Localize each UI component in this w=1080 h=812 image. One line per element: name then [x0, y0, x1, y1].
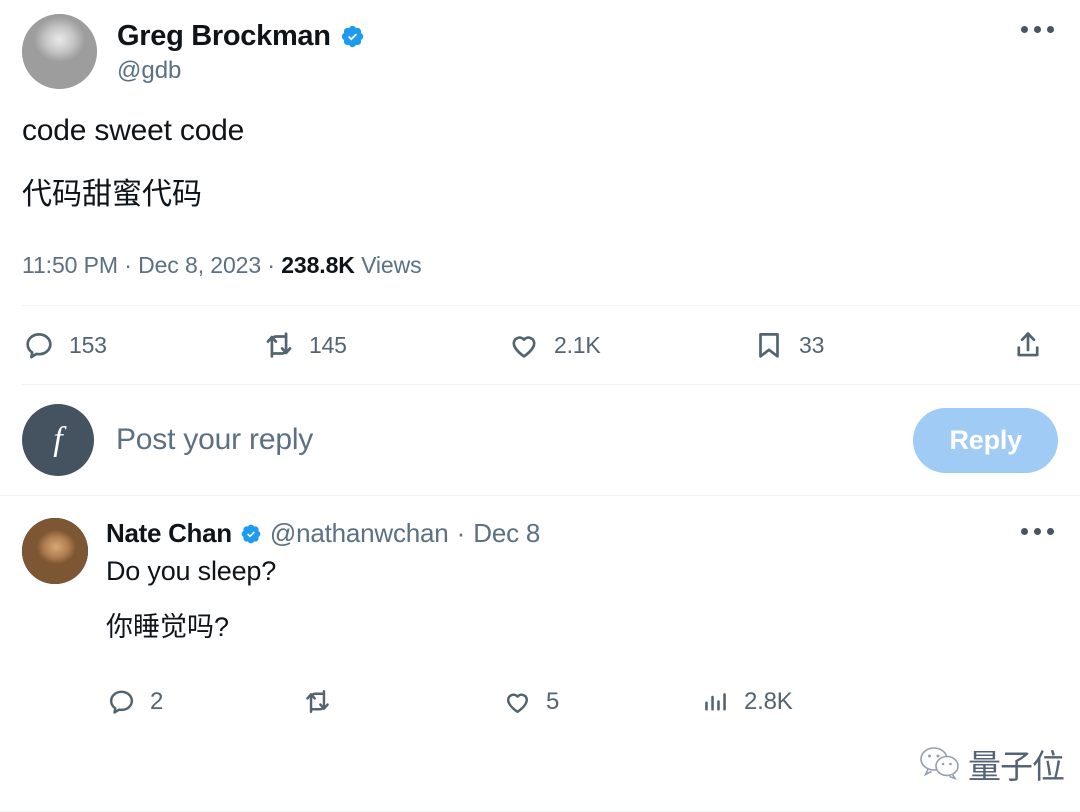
reply-icon: [106, 686, 137, 717]
reply-input[interactable]: Post your reply: [116, 423, 313, 457]
tweet-text-zh: 代码甜蜜代码: [22, 178, 202, 211]
greg-brockman-avatar-photo: [22, 14, 97, 89]
reply-date[interactable]: Dec 8: [473, 518, 540, 549]
reply-action-bar: 2 5 2.8K: [106, 671, 1058, 733]
watermark: 量子位: [918, 745, 1065, 788]
user-avatar[interactable]: f: [22, 404, 94, 476]
reply-content: Nate Chan @nathanwchan · Dec 8 Do you sl…: [106, 518, 1058, 733]
analytics-icon: [700, 686, 731, 717]
tweet-header: Greg Brockman @gdb: [0, 0, 1080, 89]
reply-composer[interactable]: f Post your reply Reply: [0, 385, 1080, 495]
views-label: Views: [361, 252, 422, 278]
reply-count: 153: [69, 331, 107, 358]
reply-text-en: Do you sleep?: [106, 556, 277, 586]
reply-header: Nate Chan @nathanwchan · Dec 8: [106, 518, 1058, 549]
author-name[interactable]: Greg Brockman: [117, 20, 331, 53]
share-icon: [1011, 328, 1045, 362]
bookmark-icon: [752, 328, 786, 362]
avatar[interactable]: [22, 518, 88, 584]
retweet-icon: [302, 686, 333, 717]
wechat-icon: [918, 745, 964, 788]
views-action-button[interactable]: 2.8K: [700, 686, 793, 717]
reply-text-zh: 你睡觉吗?: [106, 611, 230, 642]
bookmark-count: 33: [799, 331, 825, 358]
dot: [1047, 528, 1054, 535]
reply-author-name[interactable]: Nate Chan: [106, 518, 232, 549]
like-count: 2.1K: [554, 331, 601, 358]
tweet-metadata: 11:50 PM · Dec 8, 2023 · 238.8K Views: [0, 214, 1080, 279]
like-icon: [507, 328, 541, 362]
dot: [1021, 26, 1028, 33]
dot: [1034, 26, 1041, 33]
author-line[interactable]: Greg Brockman: [117, 20, 365, 53]
reply-action-button[interactable]: 2: [106, 686, 302, 717]
reply-action-button[interactable]: 153: [22, 328, 262, 362]
reply-author-handle[interactable]: @nathanwchan: [270, 518, 449, 549]
like-count: 5: [546, 687, 560, 715]
meta-separator-1: ·: [124, 252, 132, 278]
author-handle[interactable]: @gdb: [117, 57, 365, 86]
tweet-text-en: code sweet code: [22, 114, 245, 147]
like-action-button[interactable]: 5: [502, 686, 700, 717]
tweet-body: code sweet code 代码甜蜜代码: [0, 89, 1080, 214]
retweet-count: 145: [309, 331, 347, 358]
tweet-action-bar: 153 145 2.1K 33: [0, 306, 1080, 384]
avatar-initial: f: [53, 421, 63, 458]
dot: [1034, 528, 1041, 535]
bookmark-action-button[interactable]: 33: [752, 328, 977, 362]
retweet-action-button[interactable]: 145: [262, 328, 507, 362]
retweet-icon: [262, 328, 296, 362]
avatar[interactable]: [22, 14, 97, 89]
like-icon: [502, 686, 533, 717]
verified-badge-icon: [240, 523, 262, 545]
nate-chan-avatar-photo: [22, 518, 88, 584]
verified-badge-icon: [340, 24, 365, 49]
action-bar-wrapper: 153 145 2.1K 33: [0, 279, 1080, 385]
more-options-icon[interactable]: [1021, 26, 1054, 33]
reply-post: Nate Chan @nathanwchan · Dec 8 Do you sl…: [0, 496, 1080, 733]
reply-icon: [22, 328, 56, 362]
views-count: 2.8K: [744, 687, 793, 715]
reply-submit-button[interactable]: Reply: [913, 407, 1058, 473]
views-count: 238.8K: [281, 252, 355, 278]
like-action-button[interactable]: 2.1K: [507, 328, 752, 362]
watermark-text: 量子位: [968, 747, 1065, 786]
reply-count: 2: [150, 687, 164, 715]
dot: [1047, 26, 1054, 33]
dot: [1021, 528, 1028, 535]
meta-separator-2: ·: [267, 252, 275, 278]
share-action-button[interactable]: [1011, 328, 1058, 362]
reply-separator: ·: [456, 518, 466, 548]
tweet-date: Dec 8, 2023: [138, 252, 262, 278]
author-block: Greg Brockman @gdb: [117, 14, 365, 86]
retweet-action-button[interactable]: [302, 686, 502, 717]
more-options-icon[interactable]: [1021, 528, 1054, 535]
tweet-detail-page: Greg Brockman @gdb code sweet code 代码甜蜜代…: [0, 0, 1080, 812]
tweet-time: 11:50 PM: [22, 252, 118, 278]
